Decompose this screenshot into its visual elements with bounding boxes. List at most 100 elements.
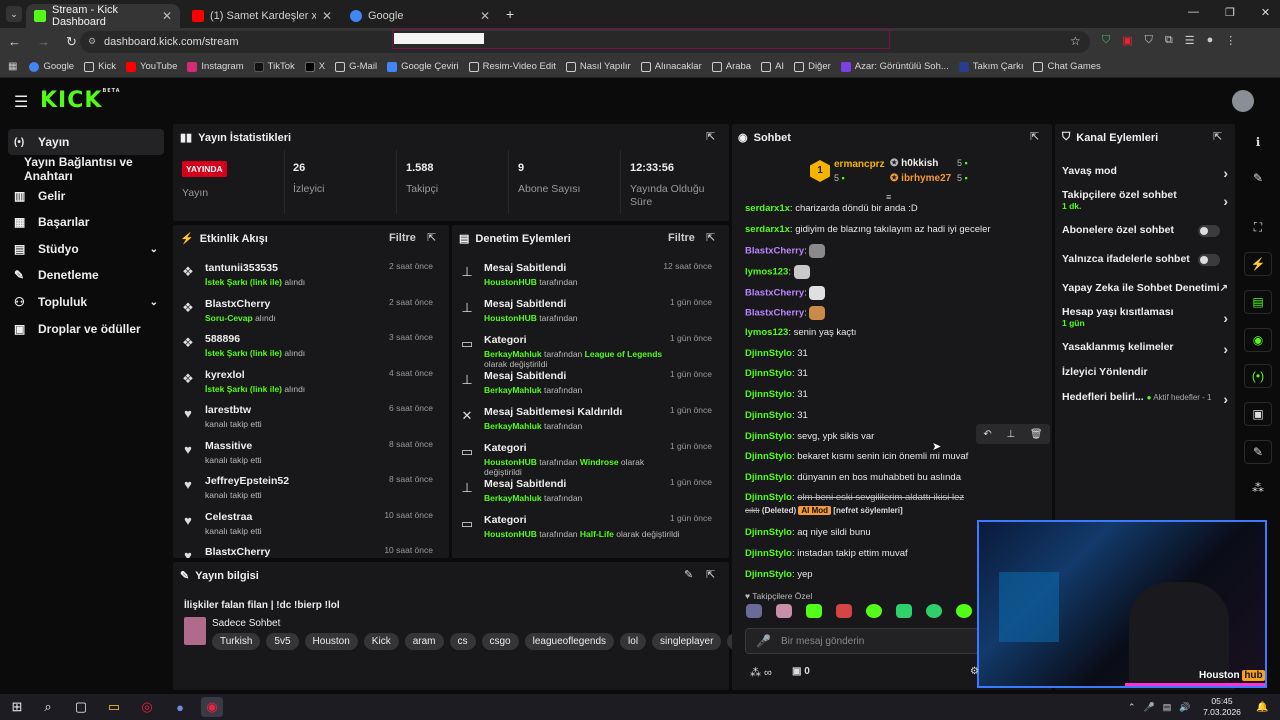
activity-username[interactable]: kyrexlol — [205, 369, 245, 381]
chat-username[interactable]: serdarx1x — [745, 203, 790, 214]
bookmark-star-icon[interactable]: ☆ — [1070, 34, 1081, 48]
chat-username[interactable]: DjinnStylo — [745, 410, 792, 421]
emote[interactable] — [866, 604, 882, 618]
back-icon[interactable]: ← — [8, 34, 21, 50]
edit-icon[interactable]: ✎ — [1244, 166, 1272, 190]
bookmark-diger[interactable]: Diğer — [794, 61, 831, 72]
moderation-item[interactable]: ⊥ Mesaj Sabitlendi HoustonHUB tarafından 1 … — [452, 295, 722, 331]
app-icon[interactable]: ◎ — [136, 697, 158, 717]
gift-counter[interactable]: ▣ 0 — [792, 666, 810, 677]
top-gifter-name[interactable]: ermancprz — [834, 159, 885, 170]
moderation-item[interactable]: ⊥ Mesaj Sabitlendi BerkayMahluk tarafından… — [452, 475, 722, 511]
chat-message[interactable]: DjinnStylo: 31 — [745, 410, 1045, 421]
emote[interactable] — [896, 604, 912, 618]
popout-icon[interactable]: ⇱ — [1213, 130, 1222, 143]
chat-message[interactable]: DjinnStylo: bekaret kısmı senin icin öne… — [745, 451, 1045, 462]
bookmark-instagram[interactable]: Instagram — [187, 61, 244, 72]
discord-icon[interactable]: ● — [169, 697, 191, 717]
action-account-age[interactable]: Hesap yaşı kısıtlaması 1 gün › — [1062, 306, 1228, 328]
emote[interactable] — [746, 604, 762, 618]
shield-ext-icon[interactable]: ⛉ — [1102, 34, 1110, 47]
notification-icon[interactable]: 🔔 — [1256, 702, 1268, 713]
moderation-filter[interactable]: Filtre — [668, 232, 695, 244]
chat-username[interactable]: serdarx1x — [745, 224, 790, 235]
nav-basarilar[interactable]: ▦ Başarılar — [8, 209, 164, 235]
popout-icon[interactable]: ⇱ — [706, 568, 715, 581]
bookmark-translate[interactable]: Google Çeviri — [387, 61, 459, 72]
activity-item[interactable]: ♥ BlastxCherry 10 saat önce — [173, 543, 443, 558]
tab-google[interactable]: Google ✕ — [342, 4, 498, 28]
tag[interactable]: Kick — [363, 633, 399, 650]
tag[interactable]: cs — [449, 633, 476, 650]
popout-icon[interactable]: ⇱ — [706, 231, 715, 244]
nav-denetleme[interactable]: ✎ Denetleme — [8, 262, 164, 288]
nav-gelir[interactable]: ▥ Gelir — [8, 183, 164, 209]
activity-username[interactable]: tantunii353535 — [205, 262, 278, 274]
chat-username[interactable]: DjinnStylo — [745, 368, 792, 379]
site-info-icon[interactable]: ⚙ — [88, 36, 96, 47]
chat-username[interactable]: BlastxCherry — [745, 246, 804, 257]
document-icon[interactable]: ▤ — [1244, 290, 1272, 314]
pin-icon[interactable]: ⊥ — [1006, 429, 1015, 440]
activity-username[interactable]: 588896 — [205, 333, 240, 345]
chat-message[interactable]: BlastxCherry: — [745, 286, 1045, 300]
nav-yayin[interactable]: (•) Yayın — [8, 129, 164, 155]
popout-icon[interactable]: ⇱ — [706, 130, 715, 143]
chat-message[interactable]: serdarx1x: gidiyim de blazıng takılayım … — [745, 224, 1045, 235]
bookmark-gmail[interactable]: G-Mail — [335, 61, 377, 72]
moderation-item[interactable]: ▭ Kategori BerkayMahluk tarafından League … — [452, 331, 722, 369]
forward-icon[interactable]: → — [37, 34, 50, 50]
activity-item[interactable]: ❖ BlastxCherry Soru-Cevap alındı 2 saat önc… — [173, 295, 443, 331]
hamburger-menu-icon[interactable]: ☰ — [14, 92, 28, 112]
task-view-icon[interactable]: ▢ — [70, 697, 92, 717]
tag[interactable]: csgo — [481, 633, 519, 650]
moderation-item[interactable]: ✕ Mesaj Sabitlemesi Kaldırıldı BerkayMahlu… — [452, 403, 722, 439]
network-icon[interactable]: ▤ — [1163, 702, 1172, 713]
chat-message[interactable]: DjinnStylo: 31 — [745, 389, 1045, 400]
windows-start-icon[interactable]: ⊞ — [6, 697, 28, 717]
moderation-item[interactable]: ⊥ Mesaj Sabitlendi BerkayMahluk tarafından… — [452, 367, 722, 403]
nav-studyo[interactable]: ▤ Stüdyo ⌄ — [8, 236, 164, 262]
broadcast-icon[interactable]: (•) — [1244, 364, 1272, 388]
gifter-2[interactable]: ✪ h0kkish — [890, 158, 938, 169]
chevron-up-icon[interactable]: ⌃ — [1128, 702, 1136, 713]
chat-message[interactable]: BlastxCherry: — [745, 244, 1045, 258]
action-raid[interactable]: İzleyici Yönlendir — [1062, 366, 1228, 378]
tag[interactable]: Houston — [304, 633, 358, 650]
action-follower-only[interactable]: Takipçilere özel sohbet 1 dk. › — [1062, 189, 1228, 211]
chat-settings-icon[interactable]: ⚙ — [970, 666, 979, 677]
chat-message-deleted[interactable]: DjinnStylo: olm beni eski sevgililerim a… — [745, 492, 1045, 503]
wrench-icon[interactable]: ✎ — [1244, 440, 1272, 464]
activity-username[interactable]: JeffreyEpstein52 — [205, 475, 289, 487]
bookmark-google[interactable]: Google — [29, 61, 74, 72]
tag[interactable]: aram — [404, 633, 444, 650]
action-emote-only[interactable]: Yalnızca ifadelerle sohbet — [1062, 253, 1228, 266]
extensions-puzzle-icon[interactable]: ⧉ — [1165, 34, 1173, 47]
activity-username[interactable]: larestbtw — [205, 404, 251, 416]
bookmark-chatgames[interactable]: Chat Games — [1033, 61, 1101, 72]
moderation-item[interactable]: ⊥ Mesaj Sabitlendi HoustonHUB tarafından 12… — [452, 259, 722, 295]
chat-icon[interactable]: ◉ — [1244, 328, 1272, 352]
activity-filter[interactable]: Filtre — [389, 232, 416, 244]
chat-username[interactable]: BlastxCherry — [745, 288, 804, 299]
emote[interactable] — [836, 604, 852, 618]
chat-message[interactable]: DjinnStylo: dünyanın en bos muhabbeti bu… — [745, 472, 1045, 483]
activity-username[interactable]: Celestraa — [205, 511, 252, 523]
chat-username[interactable]: DjinnStylo — [745, 472, 792, 483]
mic-icon[interactable]: 🎤 — [1144, 702, 1155, 713]
action-ai-moderation[interactable]: Yapay Zeka ile Sohbet Denetimi ↗ — [1062, 282, 1228, 294]
bookmark-kick[interactable]: Kick — [84, 61, 116, 72]
ext-red-icon[interactable]: ▣ — [1122, 34, 1132, 47]
chat-username[interactable]: DjinnStylo — [745, 431, 792, 442]
bookmark-alinacaklar[interactable]: Alınacaklar — [640, 61, 702, 72]
popout-icon[interactable]: ⇱ — [427, 231, 436, 244]
chat-username[interactable]: DjinnStylo — [745, 451, 792, 462]
toggle-switch[interactable] — [1198, 225, 1220, 237]
action-slow-mode[interactable]: Yavaş mod › — [1062, 165, 1228, 181]
tag[interactable]: 5v5 — [266, 633, 299, 650]
collapse-icon[interactable]: ≡ — [886, 192, 891, 202]
chat-username[interactable]: BlastxCherry — [745, 308, 804, 319]
edit-pencil-icon[interactable]: ✎ — [684, 568, 693, 581]
activity-item[interactable]: ♥ Massitive kanalı takip etti 8 saat önce — [173, 437, 443, 473]
tab-kick-dashboard[interactable]: Stream - Kick Dashboard ✕ — [26, 4, 180, 28]
